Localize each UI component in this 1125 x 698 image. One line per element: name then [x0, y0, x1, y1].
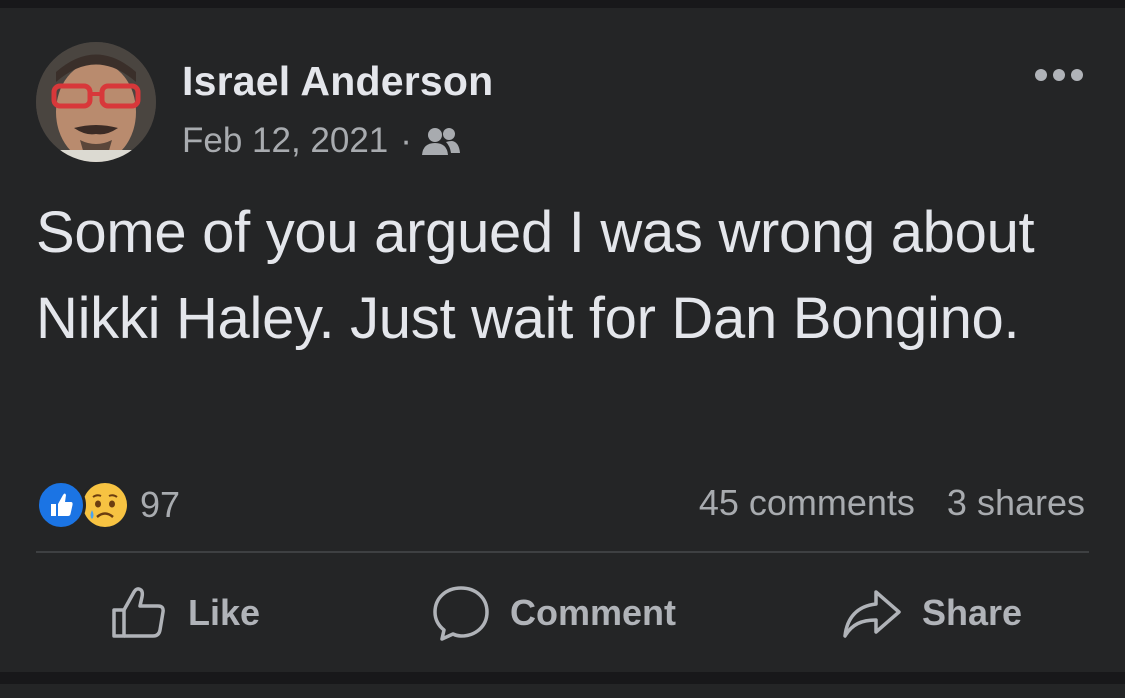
- share-icon: [843, 590, 901, 638]
- sad-reaction-icon: [80, 480, 130, 530]
- post-date[interactable]: Feb 12, 2021: [182, 121, 388, 161]
- action-bar: Like Comment Share: [0, 578, 1125, 648]
- comment-label: Comment: [510, 592, 677, 633]
- like-label: Like: [188, 592, 261, 633]
- post-text: Some of you argued I was wrong about Nik…: [36, 200, 1035, 351]
- like-reaction-icon: [36, 480, 86, 530]
- meta-separator: ·: [400, 121, 412, 160]
- friends-icon[interactable]: [421, 126, 460, 156]
- comments-count[interactable]: 45 comments: [699, 482, 915, 524]
- thumbs-up-icon: [112, 587, 165, 638]
- post-card: Israel Anderson Feb 12, 2021 · Some of y…: [0, 8, 1125, 672]
- divider: [36, 551, 1089, 553]
- next-post-edge: [0, 684, 1125, 698]
- avatar-photo: [36, 42, 156, 162]
- shares-count[interactable]: 3 shares: [947, 482, 1085, 524]
- like-button[interactable]: Like: [110, 578, 260, 648]
- more-options-icon[interactable]: [1033, 60, 1085, 90]
- avatar[interactable]: [36, 42, 156, 162]
- share-label: Share: [922, 592, 1023, 633]
- share-button[interactable]: Share: [842, 578, 1022, 648]
- comment-icon: [433, 586, 489, 641]
- reaction-count: 97: [140, 484, 181, 525]
- engagement-stats: 45 comments 3 shares: [699, 482, 1085, 524]
- comment-button[interactable]: Comment: [432, 578, 676, 648]
- post-meta: Feb 12, 2021 ·: [182, 121, 460, 161]
- author-name[interactable]: Israel Anderson: [182, 58, 493, 105]
- reactions-summary[interactable]: 97: [36, 480, 180, 530]
